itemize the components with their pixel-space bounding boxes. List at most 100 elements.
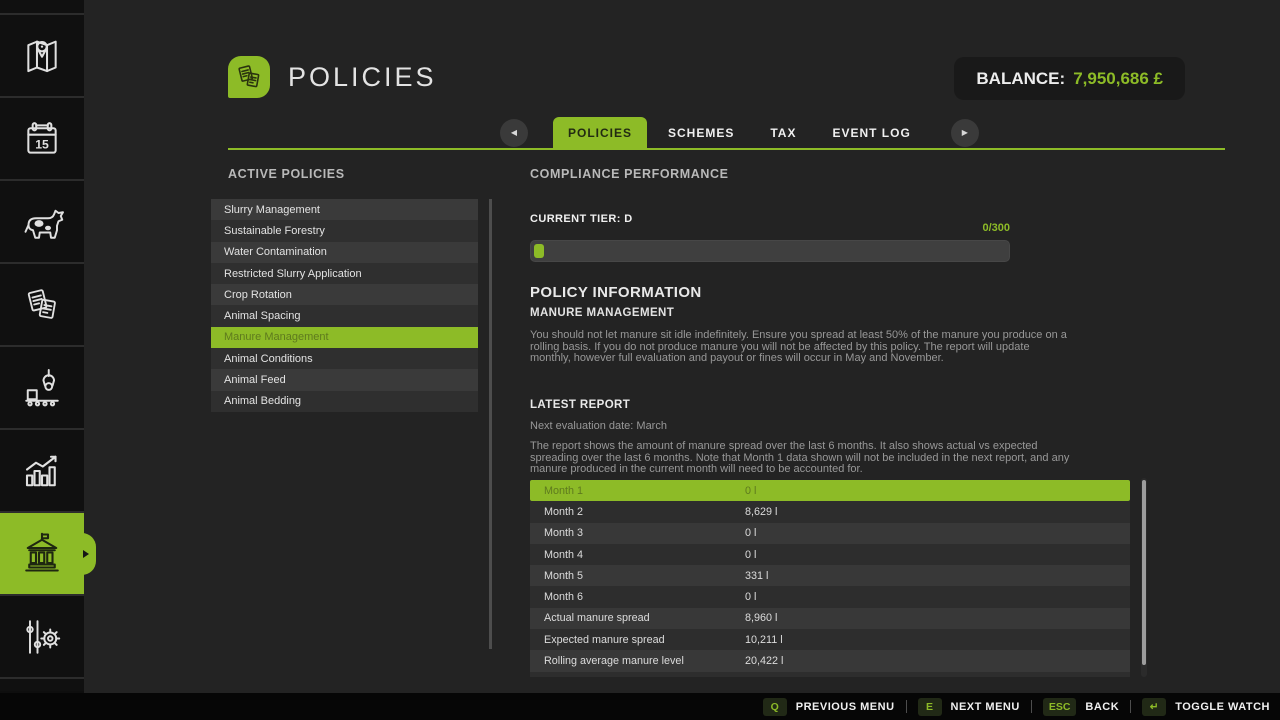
page-title: POLICIES [288,62,437,93]
sidebar-item-production[interactable] [0,345,84,428]
sidebar-item-animals[interactable] [0,179,84,262]
policy-list-item[interactable]: Animal Spacing [211,305,478,326]
report-table-row[interactable]: Month 28,629 l [530,501,1130,522]
policy-list-item-label: Manure Management [224,331,329,343]
report-table-row[interactable]: Month 10 l [530,480,1130,501]
policy-list-item[interactable]: Animal Feed [211,369,478,390]
input-hint: ENEXT MENU [918,698,1020,716]
report-row-label: Month 2 [530,506,745,518]
page-header: POLICIES [228,56,437,98]
next-evaluation-date: Next evaluation date: March [530,420,667,432]
latest-report-heading: LATEST REPORT [530,399,630,411]
tabs-previous-button[interactable]: ◀ [500,119,528,147]
sidebar-item-settings[interactable] [0,594,84,677]
balance-value: 7,950,686 £ [1073,69,1163,89]
report-row-value: 0 l [745,549,1130,561]
cow-icon [18,198,66,246]
policy-list-item[interactable]: Sustainable Forestry [211,220,478,241]
policy-list-item-label: Sustainable Forestry [224,225,325,237]
policy-list-item[interactable]: Water Contamination [211,242,478,263]
compliance-progress-bar [530,240,1010,262]
report-row-label: Month 3 [530,527,745,539]
calendar-icon: 15 [19,116,65,162]
compliance-progress-fill [534,244,544,258]
report-table-row[interactable]: Month 30 l [530,523,1130,544]
documents-icon [19,282,65,328]
sidebar-item-statistics[interactable] [0,428,84,511]
policies-screen: 15 [0,0,1280,720]
policy-list-item-label: Animal Feed [224,374,286,386]
hint-separator [1031,700,1032,713]
active-policies-scrollbar[interactable] [489,199,492,649]
policy-name-heading: MANURE MANAGEMENT [530,307,674,319]
active-policies-heading: ACTIVE POLICIES [228,167,345,181]
sidebar-item-calendar[interactable]: 15 [0,96,84,179]
key-badge: Q [763,698,787,716]
hint-label: PREVIOUS MENU [796,701,895,713]
sidebar-item-contracts[interactable] [0,262,84,345]
compliance-progress-value: 0/300 [530,222,1010,234]
report-row-label: Rating [530,676,745,677]
policies-page-icon [228,56,270,98]
map-icon [19,33,65,79]
report-row-value: 331 l [745,570,1130,582]
report-row-value: 8,960 l [745,612,1130,624]
report-table-row[interactable]: Expected manure spread10,211 l [530,629,1130,650]
calendar-day: 15 [35,137,49,151]
sidebar-item-map[interactable] [0,13,84,96]
report-row-value: 0 l [745,527,1130,539]
report-row-label: Month 4 [530,549,745,561]
hint-separator [906,700,907,713]
report-table-row[interactable]: Month 60 l [530,586,1130,607]
hint-separator [1130,700,1131,713]
report-table: Month 10 lMonth 28,629 lMonth 30 lMonth … [530,480,1130,677]
policy-list-item-label: Animal Spacing [224,310,300,322]
report-row-value: 20,422 l [745,655,1130,667]
tab-tax[interactable]: TAX [755,117,811,148]
report-table-row[interactable]: Actual manure spread8,960 l [530,608,1130,629]
policy-list-item-label: Animal Conditions [224,353,313,365]
chevron-right-icon: ▶ [962,128,968,137]
hint-label: BACK [1085,701,1119,713]
report-row-label: Month 6 [530,591,745,603]
policy-list-item[interactable]: Slurry Management [211,199,478,220]
report-row-label: Rolling average manure level [530,655,745,667]
policy-list-item[interactable]: Crop Rotation [211,284,478,305]
report-row-value: 0 l [745,485,1130,497]
input-hint: Q PREVIOUS MENU [763,698,895,716]
report-table-row[interactable]: Rating0 [530,672,1130,677]
report-table-row[interactable]: Month 40 l [530,544,1130,565]
policy-list-item[interactable]: Restricted Slurry Application [211,263,478,284]
report-row-value: 0 [745,676,1130,677]
sidebar-item-partial[interactable] [0,0,84,13]
tab-policies[interactable]: POLICIES [553,117,647,148]
policy-list-item[interactable]: Manure Management [211,327,478,348]
tab-event-log[interactable]: EVENT LOG [817,117,925,148]
report-description: The report shows the amount of manure sp… [530,441,1070,476]
report-table-scrollbar-thumb[interactable] [1142,480,1146,665]
policy-list-item-label: Water Contamination [224,246,327,258]
policy-list-item[interactable]: Animal Bedding [211,391,478,412]
sidebar-menu: 15 [0,0,84,693]
input-hint: ↵TOGGLE WATCH [1142,698,1270,716]
policy-description: You should not let manure sit idle indef… [530,330,1070,365]
balance-badge: BALANCE: 7,950,686 £ [954,57,1185,100]
selected-tab-arrow-icon [83,550,89,558]
report-row-label: Month 1 [530,485,745,497]
sidebar-filler [0,677,84,691]
input-hint: ESC BACK [1043,698,1119,716]
policy-list-item-label: Crop Rotation [224,289,292,301]
report-row-label: Expected manure spread [530,634,745,646]
statistics-chart-icon [18,447,66,495]
tab-schemes[interactable]: SCHEMES [653,117,749,148]
sidebar-item-policies-bank[interactable] [0,511,84,594]
tabs-next-button[interactable]: ▶ [951,119,979,147]
policy-list-item[interactable]: Animal Conditions [211,348,478,369]
policy-list-item-label: Slurry Management [224,204,320,216]
compliance-heading: COMPLIANCE PERFORMANCE [530,167,729,181]
tab-underline [228,148,1225,150]
report-row-label: Actual manure spread [530,612,745,624]
key-badge: ESC [1043,698,1077,716]
report-table-row[interactable]: Rolling average manure level20,422 l [530,650,1130,671]
report-table-row[interactable]: Month 5331 l [530,565,1130,586]
